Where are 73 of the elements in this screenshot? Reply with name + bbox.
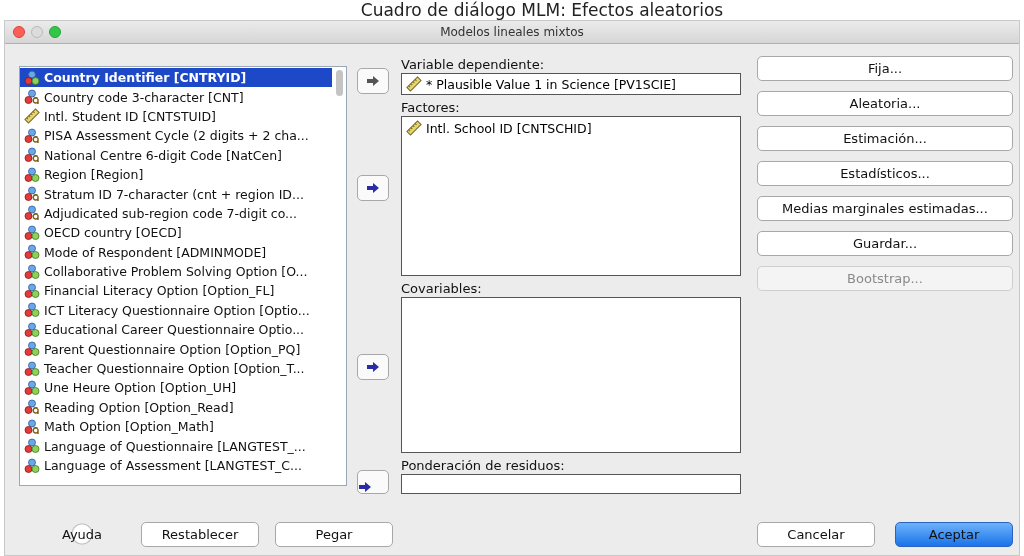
variable-item[interactable]: ICT Literacy Questionnaire Option [Optio... bbox=[20, 300, 332, 321]
ruler-icon bbox=[406, 76, 422, 92]
variable-item[interactable]: Educational Career Questionnaire Optio... bbox=[20, 320, 332, 340]
move-button[interactable] bbox=[357, 470, 389, 494]
nominal-variable-icon bbox=[24, 302, 40, 319]
nominal-variable-icon bbox=[24, 438, 40, 455]
move-button[interactable] bbox=[357, 174, 389, 201]
variable-item[interactable]: Reading Option [Option_Read] bbox=[20, 397, 332, 418]
variable-item[interactable]: Language of Assessment [LANGTEST_C... bbox=[20, 455, 332, 476]
string-variable-icon bbox=[24, 205, 40, 222]
variable-item[interactable]: Teacher Questionnaire Option [Option_T... bbox=[20, 358, 332, 379]
variable-item[interactable]: PISA Assessment Cycle (2 digits + 2 cha... bbox=[20, 126, 332, 146]
variable-item[interactable]: Country code 3-character [CNT] bbox=[20, 87, 332, 107]
residual-weight-field[interactable] bbox=[401, 474, 741, 494]
field-label: Ponderación de residuos: bbox=[401, 457, 566, 474]
dialog-button[interactable]: Medias marginales estimadas... bbox=[757, 196, 1013, 221]
variable-item[interactable]: Parent Questionnaire Option [Option_PQ] bbox=[20, 339, 332, 359]
string-variable-icon bbox=[24, 127, 40, 144]
ruler-icon bbox=[406, 120, 422, 136]
variable-item[interactable]: Intl. Student ID [CNTSTUID] bbox=[20, 106, 332, 127]
dialog-button[interactable]: Estadísticos... bbox=[757, 161, 1013, 186]
nominal-variable-icon bbox=[24, 379, 40, 396]
variable-item[interactable]: Une Heure Option [Option_UH] bbox=[20, 378, 332, 398]
variable-item[interactable]: Math Option [Option_Math] bbox=[20, 417, 332, 437]
arrow-icon bbox=[358, 481, 372, 493]
arrow-icon bbox=[366, 360, 380, 373]
string-variable-icon bbox=[24, 89, 40, 106]
nominal-variable-icon bbox=[24, 341, 40, 358]
variable-item[interactable]: Language of Questionnaire [LANGTEST_... bbox=[20, 436, 332, 456]
page-caption: Cuadro de diálogo MLM: Efectos aleatorios bbox=[359, 0, 725, 20]
variable-item[interactable]: Region [Region] bbox=[20, 164, 332, 185]
variable-item[interactable]: Financial Literacy Option [Option_FL] bbox=[20, 281, 332, 301]
ok-button[interactable]: Aceptar bbox=[895, 521, 1013, 547]
window-title: Modelos lineales mixtos bbox=[440, 25, 584, 39]
dependent-variable-field[interactable]: * Plausible Value 1 in Science [PV1SCIE] bbox=[401, 73, 741, 95]
variable-item[interactable]: Country Identifier [CNTRYID] bbox=[20, 68, 332, 88]
nominal-variable-icon bbox=[24, 69, 40, 86]
arrow-icon bbox=[366, 75, 380, 87]
dialog-button[interactable]: Guardar... bbox=[757, 231, 1013, 256]
variable-item[interactable]: Mode of Respondent [ADMINMODE] bbox=[20, 242, 332, 262]
string-variable-icon bbox=[24, 418, 40, 435]
scroll-thumb[interactable] bbox=[335, 70, 343, 96]
variable-item[interactable]: Adjudicated sub-region code 7-digit co... bbox=[20, 203, 332, 224]
nominal-variable-icon bbox=[24, 283, 40, 299]
dialog-button[interactable]: Aleatoria... bbox=[757, 91, 1013, 116]
close-icon[interactable] bbox=[13, 26, 25, 38]
nominal-variable-icon bbox=[24, 244, 40, 261]
field-label: Variable dependiente: bbox=[401, 56, 546, 73]
nominal-variable-icon bbox=[24, 321, 40, 338]
variable-item[interactable]: OECD country [OECD] bbox=[20, 223, 332, 243]
ruler-icon bbox=[24, 108, 40, 125]
field-label: Covariables: bbox=[401, 280, 483, 297]
variable-item[interactable]: National Centre 6-digit Code [NatCen] bbox=[20, 145, 332, 165]
factor-item[interactable]: Intl. School ID [CNTSCHID] bbox=[426, 120, 592, 136]
field-label: Factores: bbox=[401, 99, 461, 116]
dialog-button[interactable]: Pegar bbox=[275, 521, 393, 547]
nominal-variable-icon bbox=[24, 360, 40, 377]
string-variable-icon bbox=[24, 147, 40, 164]
nominal-variable-icon bbox=[24, 166, 40, 183]
cancel-button[interactable]: Cancelar bbox=[757, 521, 875, 547]
variable-item[interactable]: Stratum ID 7-character (cnt + region ID... bbox=[20, 184, 332, 204]
nominal-variable-icon bbox=[24, 224, 40, 241]
nominal-variable-icon bbox=[24, 457, 40, 474]
dialog-button[interactable]: Estimación... bbox=[757, 126, 1013, 151]
variable-item[interactable]: Collaborative Problem Solving Option [O... bbox=[20, 261, 332, 282]
nominal-variable-icon bbox=[24, 263, 40, 280]
string-variable-icon bbox=[24, 186, 40, 203]
arrow-icon bbox=[366, 181, 380, 194]
string-variable-icon bbox=[24, 399, 40, 416]
factors-list[interactable]: Intl. School ID [CNTSCHID] bbox=[401, 116, 741, 276]
dialog-button[interactable]: Restablecer bbox=[141, 521, 259, 547]
dialog-button[interactable]: Fija... bbox=[757, 56, 1013, 81]
move-button[interactable] bbox=[357, 353, 389, 380]
